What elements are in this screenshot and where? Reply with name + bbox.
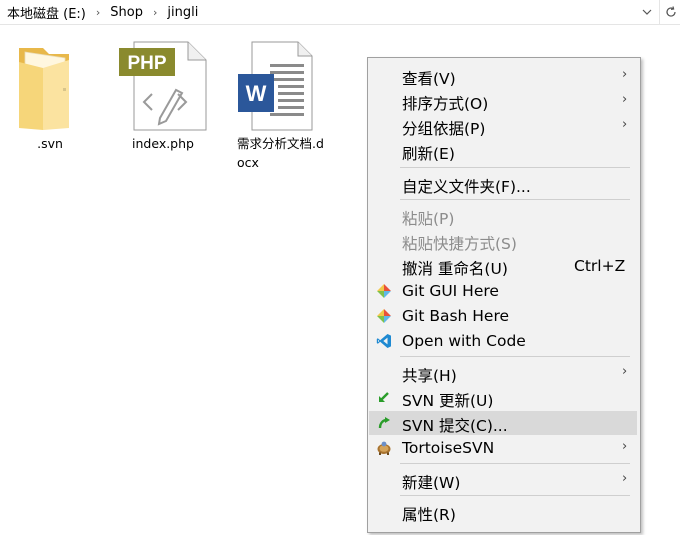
menu-item-open-with-code[interactable]: Open with Code xyxy=(370,329,636,353)
menu-item-git-gui[interactable]: Git GUI Here xyxy=(370,279,636,303)
file-name: .svn xyxy=(37,136,63,151)
address-bar[interactable]: 本地磁盘 (E:) › Shop › jingli xyxy=(0,0,680,25)
menu-item-customize-folder[interactable]: 自定义文件夹(F)... xyxy=(370,172,636,196)
folder-icon xyxy=(3,38,97,134)
submenu-arrow-icon: › xyxy=(622,364,628,379)
refresh-button[interactable] xyxy=(659,0,680,24)
menu-item-label: 撤消 重命名(U) xyxy=(402,260,508,278)
php-file-icon: PHP xyxy=(116,38,210,134)
menu-item-label: 粘贴快捷方式(S) xyxy=(402,235,517,253)
menu-item-label: 自定义文件夹(F)... xyxy=(402,178,531,196)
menu-item-new[interactable]: 新建(W) › xyxy=(370,468,636,492)
menu-item-label: Git Bash Here xyxy=(402,307,510,325)
menu-separator xyxy=(400,463,630,464)
breadcrumb-jingli[interactable]: jingli xyxy=(164,5,201,20)
breadcrumb-drive[interactable]: 本地磁盘 (E:) xyxy=(4,3,89,22)
submenu-arrow-icon: › xyxy=(622,471,628,486)
php-badge-text: PHP xyxy=(127,53,166,74)
menu-separator xyxy=(400,199,630,200)
menu-item-label: 属性(R) xyxy=(402,506,456,524)
menu-item-properties[interactable]: 属性(R) xyxy=(370,500,636,524)
refresh-icon xyxy=(665,6,676,17)
menu-item-shortcut: Ctrl+Z xyxy=(574,257,626,275)
breadcrumb-shop[interactable]: Shop xyxy=(107,5,146,20)
menu-item-sort-by[interactable]: 排序方式(O) › xyxy=(370,89,636,113)
file-name: index.php xyxy=(132,136,194,151)
menu-item-label: 刷新(E) xyxy=(402,145,455,163)
menu-item-undo-rename[interactable]: 撤消 重命名(U) Ctrl+Z xyxy=(370,254,636,278)
submenu-arrow-icon: › xyxy=(622,117,628,132)
menu-item-tortoisesvn[interactable]: TortoiseSVN › xyxy=(370,436,636,460)
chevron-down-icon xyxy=(642,9,652,15)
chevron-right-icon[interactable]: › xyxy=(146,6,164,19)
vscode-icon xyxy=(376,334,391,348)
menu-item-svn-update[interactable]: SVN 更新(U) xyxy=(370,386,636,410)
menu-item-label: 排序方式(O) xyxy=(402,95,489,113)
menu-item-label: 共享(H) xyxy=(402,367,457,385)
menu-separator xyxy=(400,167,630,168)
word-file-icon: W xyxy=(236,38,330,134)
menu-item-label: SVN 提交(C)... xyxy=(402,417,508,435)
file-item-requirements-docx[interactable]: W 需求分析文档.docx xyxy=(236,38,330,178)
menu-item-label: 分组依据(P) xyxy=(402,120,486,138)
menu-item-label: 新建(W) xyxy=(402,474,461,492)
menu-item-label: SVN 更新(U) xyxy=(402,392,494,410)
menu-item-git-bash[interactable]: Git Bash Here xyxy=(370,304,636,328)
tortoisesvn-icon xyxy=(377,441,391,455)
chevron-right-icon[interactable]: › xyxy=(89,6,107,19)
menu-separator xyxy=(400,356,630,357)
menu-separator xyxy=(400,495,630,496)
git-icon xyxy=(377,284,391,298)
breadcrumb: 本地磁盘 (E:) › Shop › jingli xyxy=(4,0,201,24)
file-item-svn-folder[interactable]: .svn xyxy=(3,38,97,178)
file-name: 需求分析文档.docx xyxy=(237,136,324,170)
menu-item-view[interactable]: 查看(V) › xyxy=(370,64,636,88)
menu-item-label: Git GUI Here xyxy=(402,282,499,300)
context-menu: 查看(V) › 排序方式(O) › 分组依据(P) › 刷新(E) 自定义文件夹… xyxy=(367,57,641,533)
submenu-arrow-icon: › xyxy=(622,67,628,82)
menu-item-label: Open with Code xyxy=(402,332,526,350)
menu-item-label: TortoiseSVN xyxy=(402,439,495,457)
submenu-arrow-icon: › xyxy=(622,92,628,107)
svn-commit-icon xyxy=(378,417,390,429)
menu-item-refresh[interactable]: 刷新(E) xyxy=(370,139,636,163)
menu-item-label: 粘贴(P) xyxy=(402,210,455,228)
submenu-arrow-icon: › xyxy=(622,439,628,454)
git-icon xyxy=(377,309,391,323)
menu-item-label: 查看(V) xyxy=(402,70,456,88)
menu-item-paste-shortcut: 粘贴快捷方式(S) xyxy=(370,229,636,253)
svn-update-icon xyxy=(379,392,389,402)
menu-item-svn-commit[interactable]: SVN 提交(C)... xyxy=(369,411,637,435)
menu-item-group-by[interactable]: 分组依据(P) › xyxy=(370,114,636,138)
word-badge-text: W xyxy=(246,81,267,106)
file-item-index-php[interactable]: PHP index.php xyxy=(116,38,210,178)
address-dropdown-button[interactable] xyxy=(636,0,658,24)
menu-item-paste: 粘贴(P) xyxy=(370,204,636,228)
menu-item-share[interactable]: 共享(H) › xyxy=(370,361,636,385)
